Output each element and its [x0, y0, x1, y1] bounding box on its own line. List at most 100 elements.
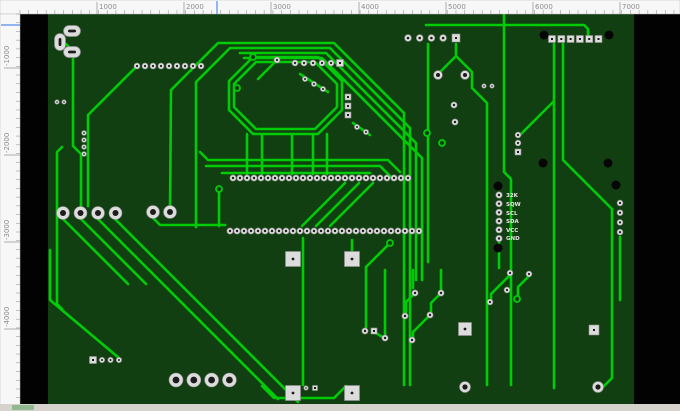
pad-hole — [588, 38, 591, 40]
pad-hole — [326, 229, 330, 233]
pad-hole — [373, 330, 375, 332]
horizontal-scrollbar-track[interactable] — [0, 404, 680, 411]
via[interactable] — [215, 185, 223, 193]
drill-hole[interactable] — [603, 158, 613, 168]
pad-hole — [277, 229, 281, 233]
pad-mark — [291, 257, 295, 261]
pad-hole — [293, 61, 297, 65]
pad-hole — [242, 229, 246, 233]
pad-hole — [347, 229, 351, 233]
top-ruler-label: 6000 — [535, 3, 553, 11]
pad-hole — [517, 151, 519, 153]
pad-hole — [491, 85, 493, 87]
pad-hole — [339, 62, 341, 64]
pad-hole — [305, 229, 309, 233]
pad-hole — [497, 228, 501, 231]
drill-hole[interactable] — [538, 158, 548, 168]
pad-hole — [382, 229, 386, 233]
pad-hole — [347, 96, 349, 98]
pad-hole — [95, 210, 101, 216]
drill-hole[interactable] — [493, 181, 503, 191]
pad-hole — [238, 176, 242, 180]
pad-hole — [399, 176, 403, 180]
pad-hole — [226, 376, 233, 384]
pad-hole — [378, 176, 382, 180]
pad-hole — [150, 209, 156, 215]
pad-hole — [235, 229, 239, 233]
top-ruler-label: 1000 — [99, 3, 117, 11]
pad-hole — [101, 359, 103, 361]
drill-hole[interactable] — [611, 180, 621, 190]
pad-hole — [354, 229, 358, 233]
pad-hole — [336, 176, 340, 180]
pad-hole — [291, 229, 295, 233]
pad-hole — [60, 210, 66, 216]
top-ruler-label: 3000 — [273, 3, 291, 11]
pad-hole — [488, 300, 492, 304]
via[interactable] — [438, 139, 446, 147]
via[interactable] — [249, 53, 257, 61]
pad-hole — [350, 176, 354, 180]
pad-slot — [68, 50, 76, 54]
pin-label: SQW — [506, 202, 521, 208]
pad-hole — [256, 229, 260, 233]
pad-hole — [308, 176, 312, 180]
pad-hole — [294, 176, 298, 180]
pad-hole — [135, 64, 139, 68]
pad-hole — [516, 133, 520, 137]
top-ruler-label: 7000 — [622, 3, 640, 11]
pad-hole — [259, 176, 263, 180]
pad-hole — [190, 376, 198, 384]
pad-hole — [305, 387, 307, 389]
pad-hole — [275, 58, 279, 62]
pin-label: VCC — [506, 228, 518, 234]
pad-hole — [569, 38, 572, 40]
pad-hole — [505, 288, 509, 292]
pad-hole — [361, 229, 365, 233]
pcb-canvas-svg[interactable]: 32K SQW SCL SDA VCC GND 1000 2000 3000 4000 5000 60… — [0, 0, 680, 411]
pad-hole — [357, 176, 361, 180]
pad-hole — [455, 37, 457, 39]
pad-slot — [58, 38, 62, 46]
drill-hole[interactable] — [604, 30, 614, 40]
pad-hole — [304, 78, 306, 80]
top-ruler-label: 4000 — [361, 3, 379, 11]
pad-hole — [329, 61, 333, 65]
pad-hole — [363, 329, 367, 333]
pad-hole — [118, 359, 120, 361]
pad-hole — [410, 229, 414, 233]
pad-hole — [497, 193, 501, 197]
pad-mark — [350, 257, 354, 261]
left-ruler[interactable] — [0, 13, 21, 411]
pcb-board[interactable] — [48, 14, 634, 404]
pad-hole — [252, 176, 256, 180]
pad-hole — [322, 176, 326, 180]
drill-hole[interactable] — [493, 243, 503, 253]
pad-hole — [497, 219, 501, 223]
drill-hole[interactable] — [539, 30, 549, 40]
pad-hole — [311, 61, 315, 65]
left-ruler-label: -1000 — [3, 46, 11, 66]
pad-hole — [333, 229, 337, 233]
left-ruler-label: -3000 — [3, 220, 11, 240]
via[interactable] — [386, 239, 394, 247]
pad-hole — [343, 176, 347, 180]
via[interactable] — [233, 84, 241, 92]
pad-mark — [463, 327, 467, 331]
pin-label: GND — [506, 236, 520, 242]
pad-hole — [527, 272, 531, 276]
pad-hole — [403, 314, 407, 318]
pad-hole — [231, 176, 235, 180]
pad-hole — [273, 176, 277, 180]
pad-hole — [439, 291, 443, 295]
horizontal-scrollbar-thumb[interactable] — [12, 405, 34, 410]
pad-hole — [172, 376, 180, 384]
pad-hole — [418, 36, 422, 40]
via[interactable] — [423, 129, 431, 137]
top-ruler-label: 2000 — [186, 3, 204, 11]
pad-hole — [266, 176, 270, 180]
via[interactable] — [513, 295, 521, 303]
pad-hole — [287, 176, 291, 180]
pad-hole — [516, 141, 520, 145]
top-ruler-label: 5000 — [448, 3, 466, 11]
